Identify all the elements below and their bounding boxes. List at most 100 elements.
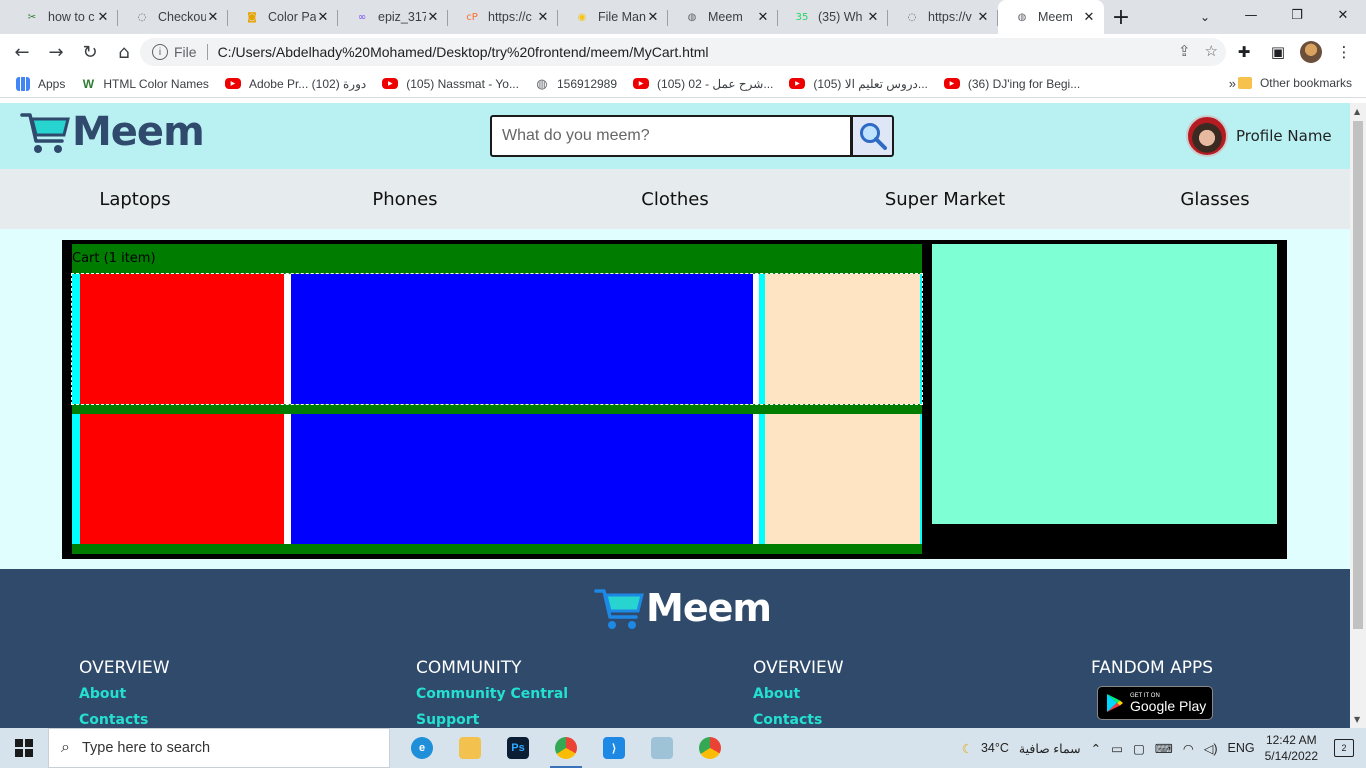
restore-button[interactable]: ❐ — [1274, 0, 1320, 30]
browser-tab[interactable]: ◍ Meem ✕ — [998, 0, 1104, 34]
bookmark-item[interactable]: ▶ (105) Nassmat - Yo... — [382, 77, 519, 91]
google-play-badge[interactable]: GET IT ON Google Play — [1097, 686, 1213, 720]
footer-heading: OVERVIEW — [753, 658, 844, 678]
scroll-up-icon[interactable]: ▲ — [1354, 107, 1360, 116]
weather-widget[interactable]: ☾ 34°C سماء صافية — [962, 741, 1081, 756]
footer-link-community-central[interactable]: Community Central — [416, 686, 568, 702]
browser-tab[interactable]: ∞ epiz_317 ✕ — [338, 0, 448, 34]
forward-arrow-icon[interactable]: → — [40, 36, 72, 68]
footer-column-community: COMMUNITY Community Central Support — [416, 658, 568, 728]
tray-device-icon[interactable]: ▭ — [1111, 741, 1123, 756]
file-explorer-app[interactable] — [446, 728, 494, 768]
close-window-button[interactable]: ✕ — [1320, 0, 1366, 30]
language-indicator[interactable]: ENG — [1228, 741, 1255, 755]
site-footer: Meem OVERVIEW About Contacts COMMUNITY C… — [0, 569, 1350, 728]
chrome-app-2[interactable] — [686, 728, 734, 768]
browser-tab[interactable]: ◙ Color Pa ✕ — [228, 0, 338, 34]
tray-keyboard-icon[interactable]: ⌨ — [1155, 741, 1173, 756]
tab-close-icon[interactable]: ✕ — [976, 10, 990, 25]
footer-heading: OVERVIEW — [79, 658, 170, 678]
bookmark-item[interactable]: ◍ 156912989 — [535, 76, 617, 91]
browser-tab[interactable]: ◍ Meem ✕ — [668, 0, 778, 34]
youtube-icon: ▶ — [633, 78, 650, 89]
bookmark-item[interactable]: W HTML Color Names — [81, 77, 209, 91]
share-icon[interactable]: ⇪ — [1178, 42, 1191, 60]
tab-close-icon[interactable]: ✕ — [426, 10, 440, 25]
site-logo[interactable]: Meem — [20, 107, 205, 157]
browser-tab[interactable]: ◌ Checkou ✕ — [118, 0, 228, 34]
other-bookmarks[interactable]: Other bookmarks — [1237, 76, 1352, 90]
tab-search-icon[interactable]: ⌄ — [1192, 4, 1218, 30]
browser-tab[interactable]: ◌ https://v ✕ — [888, 0, 998, 34]
menu-kebab-icon[interactable]: ⋮ — [1332, 38, 1356, 66]
globe-icon: ◍ — [1017, 11, 1027, 23]
tab-close-icon[interactable]: ✕ — [96, 10, 110, 25]
photoshop-app[interactable]: Ps — [494, 728, 542, 768]
taskbar-search[interactable]: ⌕ Type here to search — [48, 728, 390, 768]
bucket-icon: ◙ — [247, 11, 257, 23]
side-panel-icon[interactable]: ▣ — [1266, 38, 1290, 66]
search-input[interactable] — [490, 115, 852, 157]
item-info — [291, 274, 753, 404]
browser-tab[interactable]: cP https://c ✕ — [448, 0, 558, 34]
home-icon[interactable]: ⌂ — [108, 36, 140, 68]
info-icon[interactable]: i — [152, 44, 168, 60]
back-arrow-icon[interactable]: ← — [6, 36, 38, 68]
nav-super-market[interactable]: Super Market — [810, 169, 1080, 229]
footer-link-contacts[interactable]: Contacts — [753, 712, 844, 728]
chrome-app[interactable] — [542, 728, 590, 768]
tab-close-icon[interactable]: ✕ — [316, 10, 330, 25]
tray-expand-icon[interactable]: ⌃ — [1091, 741, 1101, 756]
clock[interactable]: 12:42 AM 5/14/2022 — [1265, 732, 1318, 764]
bookmarks-bar: Apps W HTML Color Names ▶ Adobe Pr... دورة (… — [0, 70, 1366, 98]
search-button[interactable] — [851, 115, 894, 157]
vscode-app[interactable]: ⟩ — [590, 728, 638, 768]
footer-link-about[interactable]: About — [753, 686, 844, 702]
browser-tab[interactable]: 35 (35) Wh ✕ — [778, 0, 888, 34]
bookmarks-overflow-icon[interactable]: » — [1229, 76, 1236, 91]
item-image[interactable] — [80, 414, 284, 544]
extensions-icon[interactable]: ✚ — [1232, 38, 1256, 66]
nav-laptops[interactable]: Laptops — [0, 169, 270, 229]
nav-phones[interactable]: Phones — [270, 169, 540, 229]
item-image[interactable] — [80, 274, 284, 404]
notifications-icon[interactable]: 2 — [1334, 739, 1354, 757]
tab-close-icon[interactable]: ✕ — [206, 10, 220, 25]
user-profile[interactable]: Profile Name — [1186, 115, 1332, 157]
windows-taskbar: ⌕ Type here to search e Ps ⟩ ☾ 34°C سماء… — [0, 728, 1366, 768]
bookmark-item[interactable]: ▶ (105) دروس تعليم الا... — [789, 77, 928, 91]
edge-app[interactable]: e — [398, 728, 446, 768]
wifi-icon[interactable]: ◠ — [1183, 741, 1194, 756]
tab-close-icon[interactable]: ✕ — [646, 10, 660, 25]
browser-tab[interactable]: ✂ how to c ✕ — [8, 0, 118, 34]
scrollbar-thumb[interactable] — [1353, 121, 1363, 629]
tab-close-icon[interactable]: ✕ — [756, 10, 770, 25]
footer-logo[interactable]: Meem — [594, 583, 772, 633]
tray-clipboard-icon[interactable]: ▢ — [1133, 741, 1145, 756]
address-url[interactable]: C:/Users/Abdelhady%20Mohamed/Desktop/try… — [218, 44, 709, 60]
footer-link-about[interactable]: About — [79, 686, 170, 702]
browser-profile-avatar[interactable] — [1300, 41, 1322, 63]
scroll-down-icon[interactable]: ▼ — [1354, 715, 1360, 724]
new-tab-button[interactable]: + — [1104, 0, 1138, 34]
bookmark-item[interactable]: ▶ (36) DJ'ing for Begi... — [943, 77, 1080, 91]
bookmark-item[interactable]: Apps — [16, 76, 65, 91]
browser-tab[interactable]: ◉ File Man ✕ — [558, 0, 668, 34]
notes-app[interactable] — [638, 728, 686, 768]
minimize-button[interactable]: — — [1228, 0, 1274, 30]
nav-clothes[interactable]: Clothes — [540, 169, 810, 229]
footer-link-contacts[interactable]: Contacts — [79, 712, 170, 728]
start-button[interactable] — [0, 728, 48, 768]
page-scrollbar[interactable]: ▲ ▼ — [1350, 103, 1366, 728]
tab-close-icon[interactable]: ✕ — [1082, 10, 1096, 25]
reload-icon[interactable]: ↻ — [74, 36, 106, 68]
bookmark-item[interactable]: ▶ (105) 02 - شرح عمل... — [633, 77, 773, 91]
bookmark-star-icon[interactable]: ☆ — [1205, 42, 1218, 60]
tab-close-icon[interactable]: ✕ — [536, 10, 550, 25]
volume-icon[interactable]: ◁) — [1204, 741, 1218, 756]
address-bar[interactable]: i File C:/Users/Abdelhady%20Mohamed/Desk… — [140, 38, 1226, 66]
tab-close-icon[interactable]: ✕ — [866, 10, 880, 25]
bookmark-item[interactable]: ▶ Adobe Pr... دورة (102) — [224, 77, 366, 91]
nav-glasses[interactable]: Glasses — [1080, 169, 1350, 229]
footer-link-support[interactable]: Support — [416, 712, 568, 728]
